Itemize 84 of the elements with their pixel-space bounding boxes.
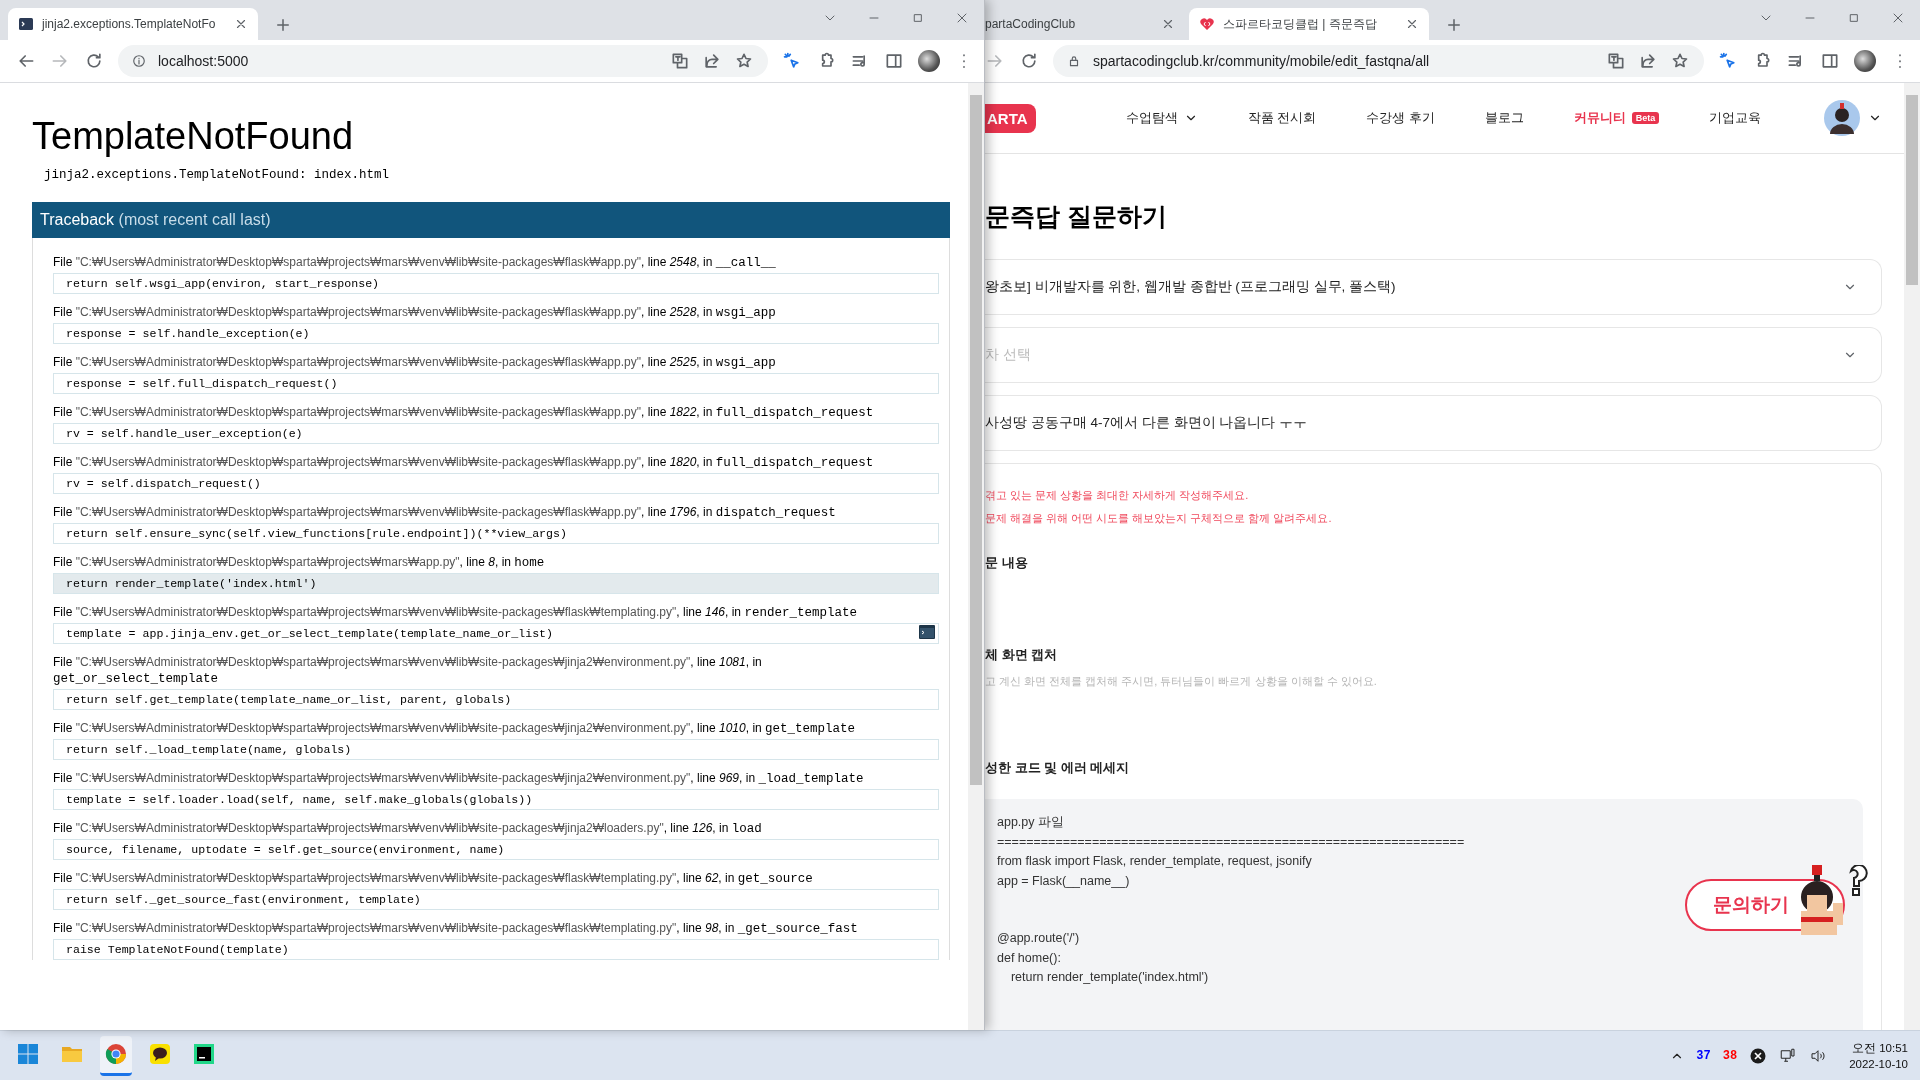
nav-link[interactable]: 블로그 (1484, 109, 1524, 127)
new-tab-icon[interactable] (274, 16, 292, 34)
page-title: 문즉답 질문하기 (985, 201, 1168, 232)
frame-header: File "C:₩Users₩Administrator₩Desktop₩sparta₩projects₩mars₩app.py", line 8, in home (53, 554, 546, 571)
title-input[interactable]: 사성땅 공동구매 4-7에서 다른 화면이 나옵니다 ㅜㅜ (985, 395, 1882, 451)
reload-icon[interactable] (1019, 51, 1039, 71)
url-text: spartacodingclub.kr/community/mobile/edit_fastqna/all (1093, 53, 1430, 69)
info-icon[interactable] (132, 54, 146, 68)
cursor-icon[interactable] (782, 51, 802, 71)
clock-date[interactable]: 2022-10-10 (1849, 1055, 1908, 1072)
frame-header: File "C:₩Users₩Administrator₩Desktop₩sparta₩projects₩mars₩venv₩lib₩site-packages₩jinja2₩environment.py", line 969, in _load_template (53, 770, 865, 787)
new-tab-icon[interactable] (1445, 16, 1463, 34)
hint-text: 겪고 있는 문제 상황을 최대한 자세하게 작성해주세요. (985, 488, 1250, 503)
section-heading: 성한 코드 및 에러 메세지 (985, 759, 1131, 777)
frame-header: File "C:₩Users₩Administrator₩Desktop₩sparta₩projects₩mars₩venv₩lib₩site-packages₩flask₩app.py", line 2525, in wsgi_app (53, 354, 777, 371)
reload-icon[interactable] (84, 51, 104, 71)
translate-icon[interactable] (670, 51, 690, 71)
error-title: TemplateNotFound (32, 115, 355, 158)
frame-header: File "C:₩Users₩Administrator₩Desktop₩sparta₩projects₩mars₩venv₩lib₩site-packages₩flask₩app.py", line 1796, in dispatch_request (53, 504, 837, 521)
frame-header: File "C:₩Users₩Administrator₩Desktop₩sparta₩projects₩mars₩venv₩lib₩site-packages₩flask₩app.py", line 2528, in wsgi_app (53, 304, 777, 321)
address-bar[interactable]: localhost:5000 (118, 45, 768, 77)
share-icon[interactable] (1638, 51, 1658, 71)
frame-header: File "C:₩Users₩Administrator₩Desktop₩sparta₩projects₩mars₩venv₩lib₩site-packages₩flask₩templating.py", line 98, in _get_source_fast (53, 920, 859, 937)
code-text: ================================================================ (997, 833, 1465, 851)
share-icon[interactable] (702, 51, 722, 71)
frame-header: File "C:₩Users₩Administrator₩Desktop₩sparta₩projects₩mars₩venv₩lib₩site-packages₩jinja2₩loaders.py", line 126, in load (53, 820, 763, 837)
lock-icon[interactable] (1067, 54, 1081, 68)
profile-avatar[interactable] (918, 50, 940, 72)
frame-header: File "C:₩Users₩Administrator₩Desktop₩sparta₩projects₩mars₩venv₩lib₩site-packages₩flask₩templating.py", line 146, in render_template (53, 604, 858, 621)
code-heart-icon (1199, 16, 1215, 32)
section-hint: 고 계신 화면 전체를 캡처해 주시면, 튜터님들이 빠르게 상황을 이해할 수 있어요. (985, 674, 1378, 689)
cursor-icon[interactable] (1718, 51, 1738, 71)
code-text: return render_template('index.html') (1009, 969, 1209, 986)
tray-counter[interactable]: 37 (1696, 1048, 1711, 1063)
frame-header: File "C:₩Users₩Administrator₩Desktop₩sparta₩projects₩mars₩venv₩lib₩site-packages₩jinja2₩environment.py", line 1010, in get_template (53, 720, 857, 737)
exception-message: jinja2.exceptions.TemplateNotFound: index.html (44, 168, 391, 182)
frame-header: File "C:₩Users₩Administrator₩Desktop₩sparta₩projects₩mars₩venv₩lib₩site-packages₩flask₩app.py", line 1822, in full_dispatch_request (53, 404, 875, 421)
side-panel-icon[interactable] (1820, 51, 1840, 71)
nav-link[interactable]: 수강생 후기 (1366, 109, 1435, 127)
url-text: localhost:5000 (158, 53, 249, 69)
site-logo[interactable]: ARTA (985, 103, 1036, 133)
close-icon[interactable] (1161, 17, 1175, 31)
clock-time[interactable]: 오전 10:51 (1852, 1039, 1908, 1056)
hint-text: 문제 해결을 위해 어떤 시도를 해보았는지 구체적으로 함께 알려주세요. (985, 511, 1333, 526)
section-heading: 체 화면 캡처 (985, 646, 1059, 664)
browser-tab[interactable]: jinja2.exceptions.TemplateNotFo (8, 8, 258, 40)
windows-icon[interactable] (16, 1042, 40, 1066)
beta-badge: Beta (1631, 112, 1660, 124)
scrollbar[interactable] (1904, 83, 1920, 1030)
ide-icon[interactable] (192, 1042, 216, 1066)
select-field[interactable]: 왕초보] 비개발자를 위한, 웹개발 종합반 (프로그래밍 실무, 풀스택) (985, 259, 1882, 315)
nav-link[interactable]: 커뮤니티 (1573, 109, 1626, 127)
code-text: app = Flask(__name__) (997, 872, 1130, 890)
nav-link[interactable]: 작품 전시회 (1247, 109, 1317, 127)
nav-link[interactable]: 수업탐색 (1125, 109, 1178, 127)
selected-value: 왕초보] 비개발자를 위한, 웹개발 종합반 (프로그래밍 실무, 풀스택) (985, 278, 1396, 296)
placeholder: 차 선택 (985, 346, 1031, 364)
terminal-icon (18, 16, 34, 32)
console-icon[interactable] (919, 625, 935, 639)
section-heading: 문 내용 (985, 554, 1029, 572)
close-circle-icon[interactable] (1749, 1046, 1768, 1065)
code-text: @app.route('/') (997, 930, 1080, 947)
network-icon[interactable] (1779, 1046, 1798, 1065)
side-panel-icon[interactable] (884, 51, 904, 71)
close-icon[interactable] (1405, 17, 1419, 31)
frame-header: File "C:₩Users₩Administrator₩Desktop₩sparta₩projects₩mars₩venv₩lib₩site-packages₩flask₩app.py", line 1820, in full_dispatch_request (53, 454, 875, 471)
profile-avatar[interactable] (1854, 50, 1876, 72)
translate-icon[interactable] (1606, 51, 1626, 71)
code-text: app.py 파일 (997, 814, 1064, 831)
close-icon[interactable] (234, 17, 248, 31)
address-bar[interactable]: spartacodingclub.kr/community/mobile/edit_fastqna/all (1053, 45, 1704, 77)
frame-header: File "C:₩Users₩Administrator₩Desktop₩sparta₩projects₩mars₩venv₩lib₩site-packages₩flask₩templating.py", line 62, in get_source (53, 870, 814, 887)
user-avatar[interactable] (1824, 100, 1860, 136)
code-text: def home(): (997, 949, 1061, 967)
chrome-icon[interactable] (104, 1042, 128, 1066)
frame-header: File "C:₩Users₩Administrator₩Desktop₩sparta₩projects₩mars₩venv₩lib₩site-packages₩jinja2₩environment.py", line 1081, in get_or_select_template (53, 654, 763, 687)
nav-link[interactable]: 기업교육 (1709, 109, 1762, 127)
browser-tab[interactable]: partaCodingClub (985, 8, 1185, 40)
frame-header: File "C:₩Users₩Administrator₩Desktop₩sparta₩projects₩mars₩venv₩lib₩site-packages₩flask₩app.py", line 2548, in __call__ (53, 254, 777, 271)
code-text: from flask import Flask, render_template, request, jsonify (997, 853, 1312, 870)
chat-app-icon[interactable] (148, 1042, 172, 1066)
traceback-header: Traceback (most recent call last) (32, 202, 950, 238)
scrollbar[interactable] (968, 83, 984, 1030)
browser-tab[interactable]: 스파르타코딩클럽 | 즉문즉답 (1189, 8, 1429, 40)
